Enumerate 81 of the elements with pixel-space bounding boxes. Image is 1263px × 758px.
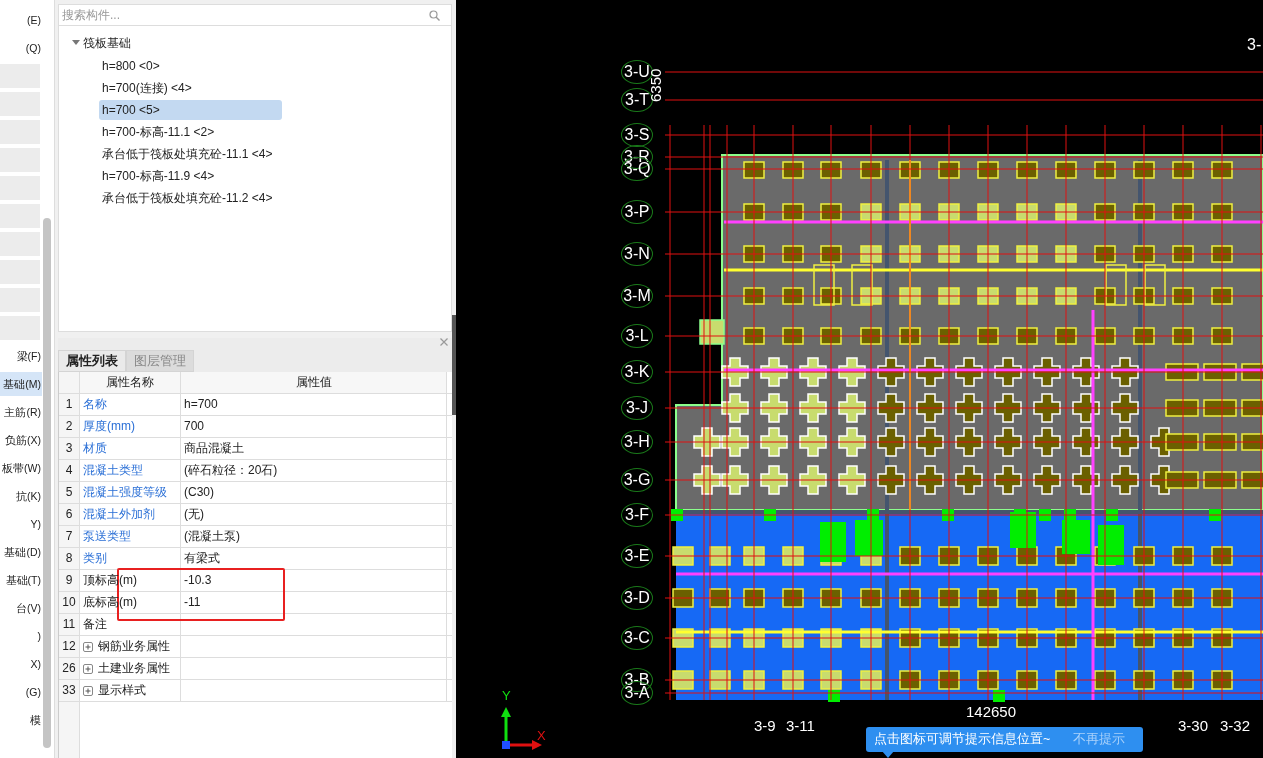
tab[interactable]: 属性列表 [58, 350, 126, 372]
property-name: 类别 [83, 550, 107, 567]
sidebar-item[interactable]: 负筋(X) [0, 428, 42, 452]
sidebar-item[interactable]: (Q) [0, 36, 42, 60]
row-number: 5 [59, 482, 80, 503]
row-number: 4 [59, 460, 80, 481]
sidebar-item[interactable]: 基础(T) [0, 568, 42, 592]
sidebar-item[interactable]: ) [0, 624, 42, 648]
tree-item[interactable]: h=800 <0> [99, 56, 282, 76]
search-icon[interactable] [429, 10, 440, 21]
property-name: 泵送类型 [83, 528, 131, 545]
axis-label: 3-32 [1220, 718, 1251, 734]
search-field[interactable]: 搜索构件... [58, 4, 452, 26]
property-name: 厚度(mm) [83, 418, 135, 435]
row-number: 10 [59, 592, 80, 613]
row-number: 6 [59, 504, 80, 525]
sidebar-item[interactable]: 台(V) [0, 596, 42, 620]
row-number: 26 [59, 658, 80, 679]
scrollbar-thumb[interactable] [43, 218, 51, 748]
axis-label: 3-9 [754, 718, 776, 734]
property-name: 混凝土外加剂 [83, 506, 155, 523]
property-name: 备注 [83, 616, 107, 633]
plus-icon[interactable] [83, 663, 93, 674]
close-icon[interactable] [440, 338, 448, 346]
sidebar-item[interactable]: 抗(K) [0, 484, 42, 508]
sidebar-item[interactable]: (G) [0, 680, 42, 704]
axis-label: 3- [1247, 35, 1262, 55]
tooltip-text: 点击图标可调节提示信息位置~ [874, 731, 1051, 748]
sidebar-item[interactable]: X) [0, 652, 42, 676]
expanded-triangle-icon[interactable] [72, 40, 80, 46]
tree-node[interactable]: 筏板基础 [83, 34, 131, 52]
property-name: 混凝土强度等级 [83, 484, 167, 501]
row-number: 3 [59, 438, 80, 459]
property-group[interactable]: 土建业务属性 [98, 658, 170, 679]
tree-item[interactable]: 承台低于筏板处填充砼-11.2 <4> [99, 188, 282, 208]
property-value[interactable]: h=700 [184, 397, 218, 411]
splitter-handle[interactable] [452, 315, 456, 415]
sidebar-item[interactable]: 梁(F) [0, 344, 42, 368]
axis-label: 3-11 [786, 718, 815, 734]
sidebar-item[interactable]: 基础(M) [0, 372, 42, 396]
row-number: 12 [59, 636, 80, 657]
sidebar-item[interactable]: (E) [0, 8, 42, 32]
property-group[interactable]: 钢筋业务属性 [98, 636, 170, 657]
sidebar-item[interactable]: 主筋(R) [0, 400, 42, 424]
tree-item[interactable]: h=700-标高-11.1 <2> [99, 122, 282, 142]
sidebar-item[interactable]: 板带(W) [0, 456, 42, 480]
property-value[interactable]: 700 [184, 419, 205, 433]
property-group[interactable]: 显示样式 [98, 680, 146, 701]
tree-item[interactable]: 承台低于筏板处填充砼-11.1 <4> [99, 144, 282, 164]
row-number: 9 [59, 570, 80, 591]
tree-item[interactable]: h=700(连接) <4> [99, 78, 282, 98]
property-value[interactable]: 商品混凝土 [184, 441, 244, 455]
row-number: 11 [59, 614, 80, 635]
plus-icon[interactable] [83, 685, 93, 696]
property-value[interactable]: (无) [184, 507, 204, 521]
row-number: 2 [59, 416, 80, 437]
property-value[interactable]: -11 [184, 595, 201, 609]
tree-item[interactable]: h=700-标高-11.9 <4> [99, 166, 282, 186]
sidebar-item[interactable]: 模 [0, 708, 42, 732]
plus-icon[interactable] [83, 641, 93, 652]
row-number: 7 [59, 526, 80, 547]
row-number: 8 [59, 548, 80, 569]
property-value[interactable]: (碎石粒径：20石) [184, 463, 278, 477]
column-header: 属性名称 [80, 372, 181, 393]
sidebar-item[interactable]: 基础(D) [0, 540, 42, 564]
axis-x-label: X [537, 729, 546, 743]
sidebar-item[interactable]: Y) [0, 512, 42, 536]
property-value[interactable]: 有梁式 [184, 551, 220, 565]
axis-y-label: Y [502, 689, 511, 703]
dimension-text: 142650 [966, 704, 1017, 720]
row-number: 33 [59, 680, 80, 701]
property-value[interactable]: -10.3 [184, 573, 212, 587]
row-number: 1 [59, 394, 80, 415]
property-name: 名称 [83, 396, 107, 413]
property-name: 材质 [83, 440, 107, 457]
axis-label: 3-30 [1178, 718, 1209, 734]
property-name: 混凝土类型 [83, 462, 143, 479]
tree-item[interactable]: h=700 <5> [99, 100, 282, 120]
property-value[interactable]: (C30) [184, 485, 214, 499]
property-value[interactable]: (混凝土泵) [184, 529, 240, 543]
column-header: 属性值 [181, 372, 447, 393]
